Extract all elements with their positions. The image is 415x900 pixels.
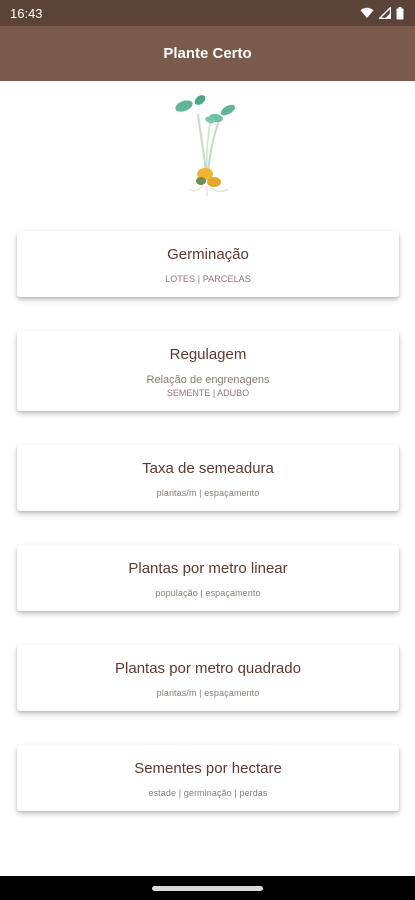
card-plantas-por-metro-linear[interactable]: Plantas por metro linear população | esp… (17, 545, 399, 611)
sprout-icon (175, 95, 236, 196)
card-subtitle: população | espaçamento (155, 588, 261, 598)
signal-icon (379, 7, 391, 19)
card-taxa-de-semeadura[interactable]: Taxa de semeadura plantas/m | espaçament… (17, 445, 399, 511)
card-title: Taxa de semeadura (142, 460, 274, 477)
card-subtitle: estade | germinação | perdas (148, 788, 268, 798)
status-bar: 16:43 (0, 0, 415, 26)
card-title: Plantas por metro linear (128, 560, 288, 577)
card-subtitle: plantas/m | espaçamento (156, 688, 260, 698)
card-sementes-por-hectare[interactable]: Sementes por hectare estade | germinação… (17, 745, 399, 811)
card-subtitle: Relação de engrenagens (146, 374, 270, 386)
app-bar: Plante Certo (0, 26, 415, 81)
battery-icon (396, 6, 404, 19)
card-subtitle: LOTES | PARCELAS (165, 274, 251, 284)
card-subtitle: plantas/m | espaçamento (156, 488, 260, 498)
home-gesture-handle[interactable] (152, 886, 263, 891)
card-title: Sementes por hectare (134, 760, 282, 777)
card-title: Germinação (167, 246, 249, 263)
card-regulagem[interactable]: Regulagem Relação de engrenagens SEMENTE… (17, 331, 399, 411)
card-title: Regulagem (169, 346, 247, 363)
card-title: Plantas por metro quadrado (115, 660, 301, 677)
card-plantas-por-metro-quadrado[interactable]: Plantas por metro quadrado plantas/m | e… (17, 645, 399, 711)
card-germinacao[interactable]: Germinação LOTES | PARCELAS (17, 231, 399, 297)
status-time: 16:43 (10, 5, 43, 21)
card-subtitle-secondary: SEMENTE | ADUBO (166, 388, 250, 398)
status-icons (360, 6, 404, 20)
app-title: Plante Certo (163, 45, 252, 62)
wifi-icon (360, 7, 374, 18)
